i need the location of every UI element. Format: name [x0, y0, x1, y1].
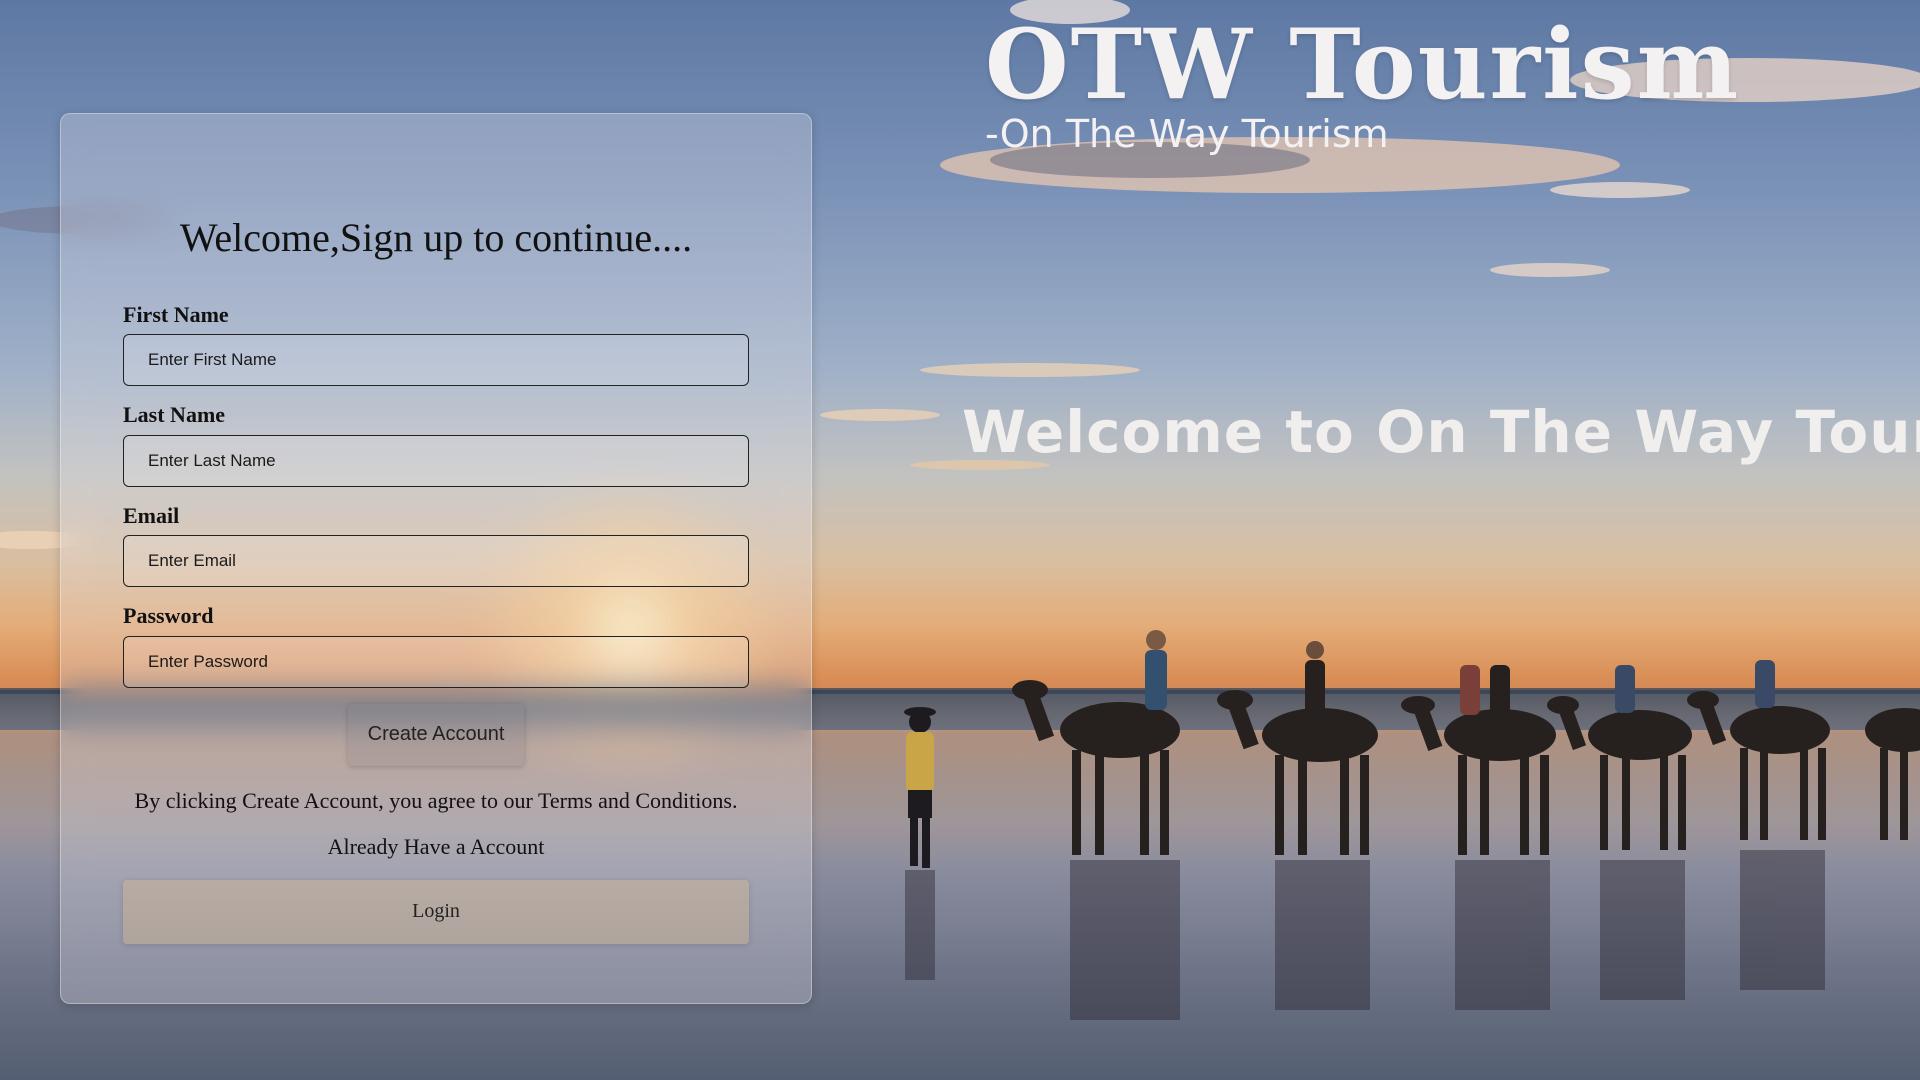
email-input[interactable] [123, 535, 749, 588]
signup-title: Welcome,Sign up to continue.... [179, 215, 693, 260]
password-input[interactable] [123, 635, 749, 688]
signup-card: Welcome,Sign up to continue.... First Na… [60, 113, 812, 1004]
email-label: Email [123, 502, 180, 528]
last-name-label: Last Name [123, 402, 226, 428]
first-name-label: First Name [123, 302, 229, 327]
camel-reflections [905, 850, 1825, 1020]
first-name-input[interactable] [123, 334, 749, 387]
password-label: Password [123, 603, 214, 629]
already-have-account-text: Already Have a Account [327, 833, 545, 859]
last-name-input[interactable] [123, 434, 749, 487]
brand-header: OTW Tourism -On The Way Tourism [985, 12, 1740, 156]
signup-form: Welcome,Sign up to continue.... First Na… [123, 214, 749, 944]
camel-caravan [1012, 630, 1920, 855]
brand-title: OTW Tourism [985, 8, 1741, 121]
page: OTW Tourism -On The Way Tourism Welcome … [0, 0, 1920, 1080]
hero-welcome-heading: Welcome to On The Way Tourism [962, 398, 1920, 466]
create-account-button[interactable]: Create Account [348, 703, 524, 766]
walker-silhouette [904, 707, 936, 868]
terms-notice: By clicking Create Account, you agree to… [134, 787, 738, 813]
login-button[interactable]: Login [123, 879, 749, 944]
